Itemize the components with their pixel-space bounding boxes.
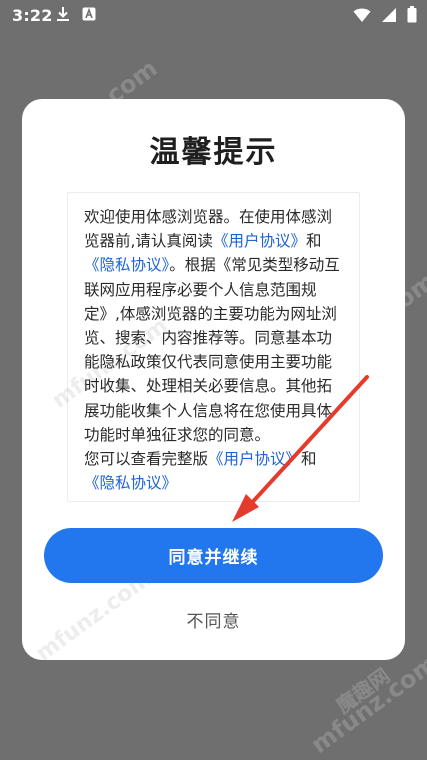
wifi-icon — [353, 7, 371, 23]
watermark-brand: 魔趣网 — [331, 663, 395, 719]
watermark: mfunz.com — [305, 649, 427, 759]
signal-icon — [381, 7, 397, 23]
privacy-dialog: 温馨提示 欢迎使用体感浏览器。在使用体感浏览器前,请认真阅读《用户协议》和《隐私… — [22, 99, 405, 667]
download-icon — [56, 6, 70, 22]
status-right-icons — [353, 6, 417, 23]
content-and: 和 — [301, 450, 317, 469]
status-bar: 3:22 — [0, 0, 427, 30]
agree-continue-button[interactable]: 同意并继续 — [44, 528, 383, 583]
a-badge-icon — [82, 7, 96, 21]
battery-icon — [407, 6, 417, 23]
content-and: 和 — [305, 232, 322, 251]
full-user-agreement-link[interactable]: 《用户协议》 — [208, 450, 301, 468]
status-left-icons — [56, 6, 96, 22]
disagree-button[interactable]: 不同意 — [22, 607, 405, 632]
dialog-title: 温馨提示 — [149, 135, 278, 170]
privacy-policy-link[interactable]: 《隐私协议》 — [84, 256, 169, 274]
status-time: 3:22 — [12, 6, 53, 25]
privacy-content: 欢迎使用体感浏览器。在使用体感浏览器前,请认真阅读《用户协议》和《隐私协议》。根… — [67, 192, 360, 502]
content-main: 。根据《常见类型移动互联网应用程序必要个人信息范围规定》,体感浏览器的主要功能为… — [84, 256, 340, 444]
full-privacy-policy-link[interactable]: 《隐私协议》 — [84, 474, 177, 492]
user-agreement-link[interactable]: 《用户协议》 — [213, 232, 306, 250]
content-view-full: 您可以查看完整版 — [84, 450, 209, 469]
